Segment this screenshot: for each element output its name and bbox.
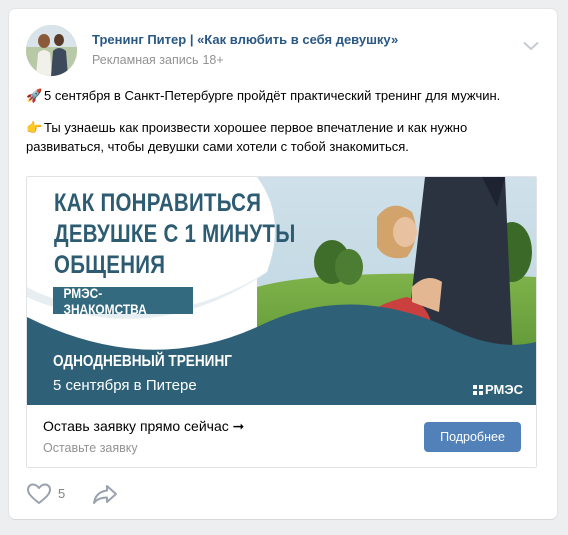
brand-name: РМЭС <box>485 382 523 397</box>
post-text: 🚀 5 сентября в Санкт-Петербурге пройдёт п… <box>26 86 541 156</box>
post-card: Тренинг Питер | «Как влюбить в себя деву… <box>9 9 557 519</box>
post-paragraph-2: Ты узнаешь как произвести хорошее первое… <box>26 120 468 154</box>
cta-subtitle: Оставьте заявку <box>43 441 138 455</box>
banner-headline-line-2: ДЕВУШКЕ С 1 МИНУТЫ <box>54 220 296 248</box>
post-header: Тренинг Питер | «Как влюбить в себя деву… <box>26 25 541 77</box>
ad-cta-bar: Оставь заявку прямо сейчас ➞ Оставьте за… <box>27 405 536 467</box>
post-author-link[interactable]: Тренинг Питер | «Как влюбить в себя деву… <box>92 32 398 47</box>
banner-headline-line-3: ОБЩЕНИЯ <box>54 251 166 279</box>
share-icon[interactable] <box>92 483 118 505</box>
banner-date-text: 5 сентября в Питере <box>53 377 197 394</box>
heart-icon[interactable] <box>26 483 52 505</box>
banner-training-text: ОДНОДНЕВНЫЙ ТРЕНИНГ <box>53 353 232 370</box>
ad-label: Рекламная запись <box>92 53 199 67</box>
ad-block[interactable]: КАК ПОНРАВИТЬСЯ ДЕВУШКЕ С 1 МИНУТЫ ОБЩЕН… <box>26 176 537 468</box>
cta-title[interactable]: Оставь заявку прямо сейчас ➞ <box>43 418 244 435</box>
banner-headline-line-1: КАК ПОНРАВИТЬСЯ <box>54 189 262 217</box>
pointing-hand-icon: 👉 <box>26 120 43 135</box>
like-count: 5 <box>58 486 66 501</box>
age-rating: 18+ <box>202 53 224 67</box>
banner-pill: РМЭС-ЗНАКОМСТВА <box>53 284 193 317</box>
avatar[interactable] <box>26 25 77 76</box>
chevron-down-icon[interactable] <box>523 41 539 51</box>
banner-pill-label: РМЭС-ЗНАКОМСТВА <box>63 284 147 317</box>
rocket-icon: 🚀 <box>26 88 43 103</box>
brand-logo: РМЭС <box>473 382 523 397</box>
brand-mark-icon <box>473 384 483 395</box>
post-meta: Рекламная запись 18+ <box>92 53 224 67</box>
more-button[interactable]: Подробнее <box>424 422 521 452</box>
ad-banner-image[interactable]: КАК ПОНРАВИТЬСЯ ДЕВУШКЕ С 1 МИНУТЫ ОБЩЕН… <box>27 177 536 405</box>
post-paragraph-1: 5 сентября в Санкт-Петербурге пройдёт пр… <box>44 88 501 103</box>
